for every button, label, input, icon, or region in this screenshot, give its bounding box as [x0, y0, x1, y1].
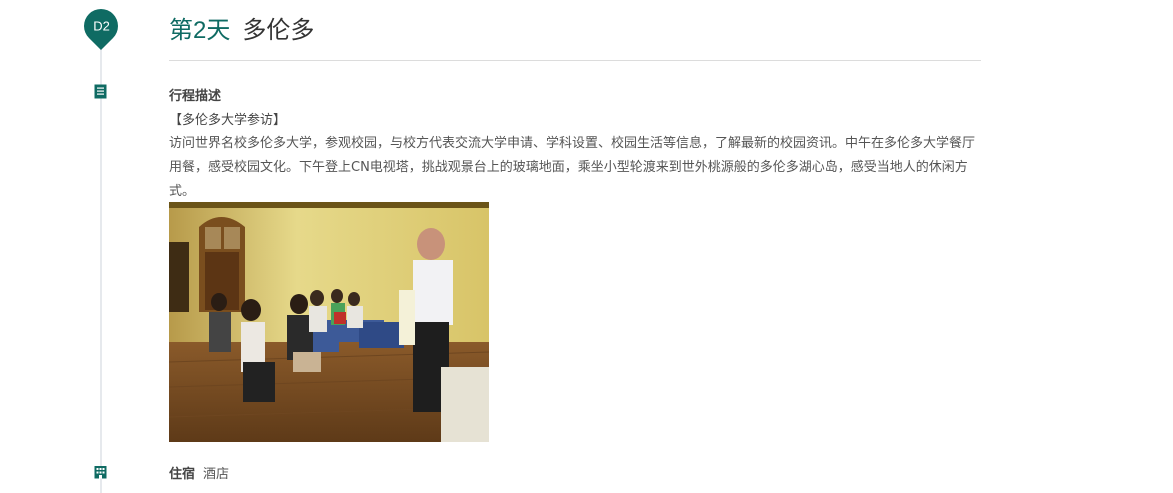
day-badge: D2: [76, 1, 126, 51]
lodging-label: 住宿: [169, 467, 196, 482]
day-badge-label: D2: [92, 18, 110, 34]
itinerary-description: 访问世界名校多伦多大学，参观校园，与校方代表交流大学申请、学科设置、校园生活等信…: [169, 136, 976, 199]
document-list-icon: [94, 84, 107, 99]
building-icon: [94, 466, 107, 479]
day-city: 多伦多: [242, 17, 315, 44]
day-number: 第2天: [169, 17, 231, 44]
lodging-row: 住宿 酒店: [169, 463, 229, 482]
lecture-photo: [169, 202, 489, 442]
timeline-line: [100, 40, 102, 493]
day-title: 第2天 多伦多: [169, 14, 981, 61]
lodging-value: 酒店: [203, 467, 230, 482]
itinerary-subtitle: 【多伦多大学参访】: [169, 113, 287, 128]
itinerary-section-label: 行程描述: [169, 89, 222, 104]
